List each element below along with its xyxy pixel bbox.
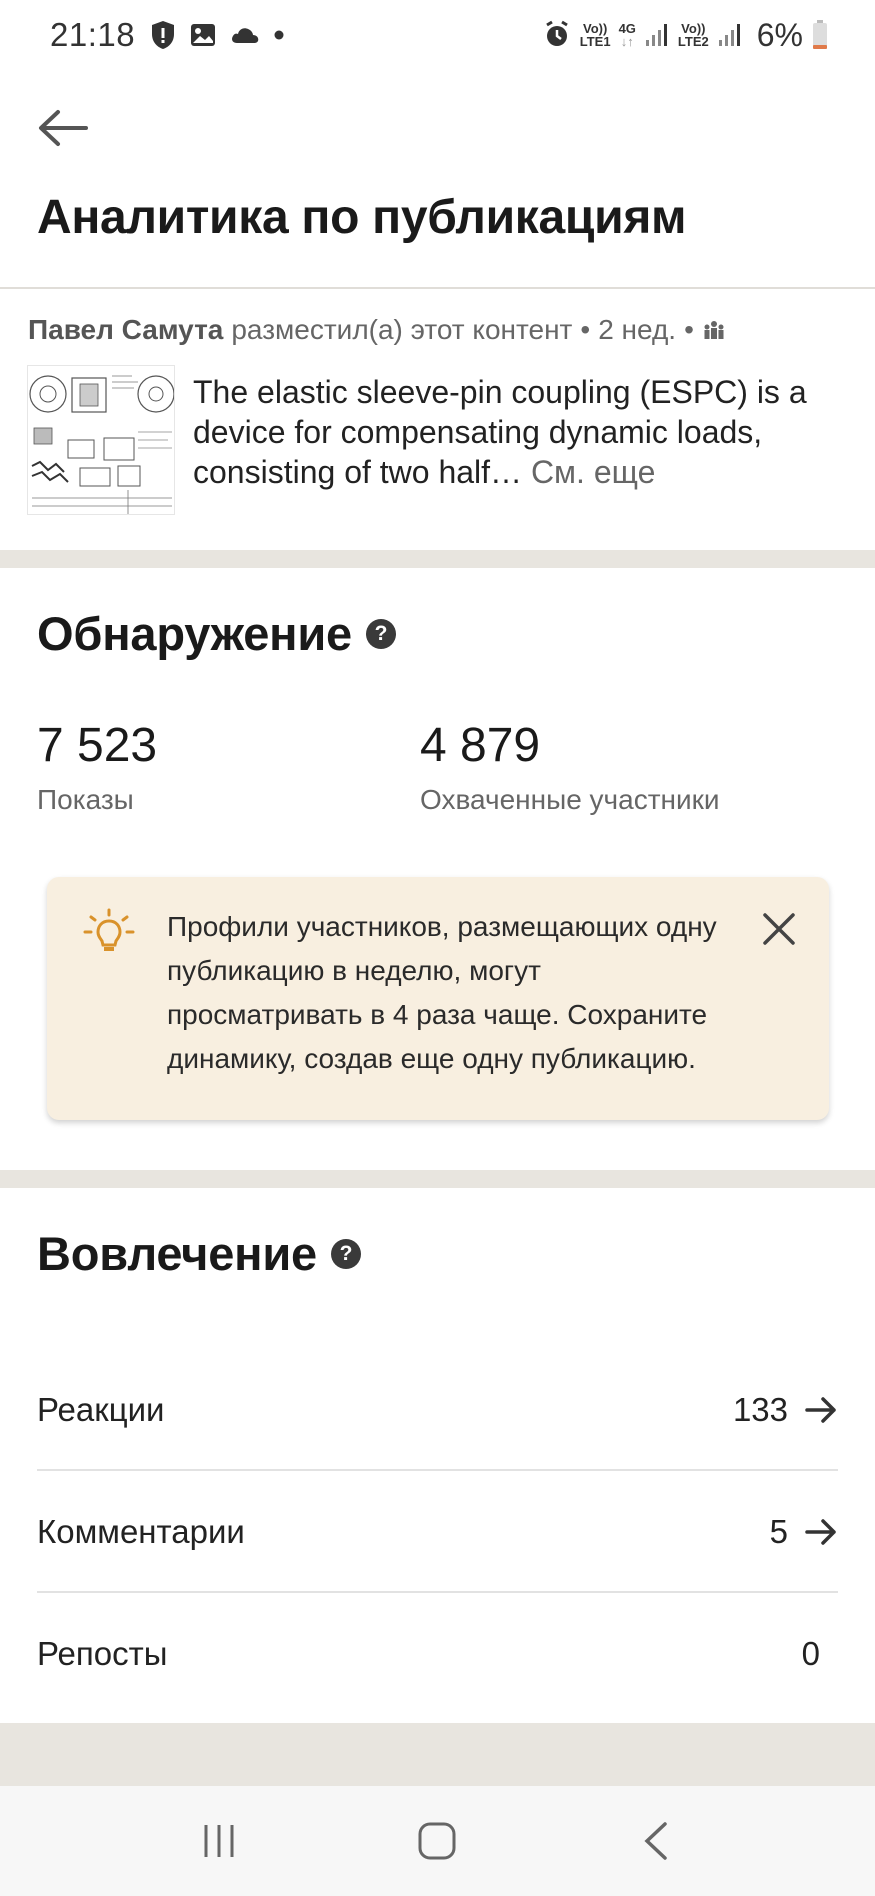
system-nav-bar	[0, 1786, 875, 1896]
system-back-button[interactable]	[626, 1811, 686, 1871]
divider	[0, 287, 875, 289]
lightbulb-icon	[83, 908, 135, 951]
signal-icon	[718, 24, 740, 46]
arrow-right-icon	[805, 1397, 836, 1423]
impressions-label: Показы	[37, 784, 134, 815]
alarm-icon	[545, 20, 568, 46]
cloud-icon	[232, 28, 259, 43]
image-icon	[191, 24, 216, 46]
battery-percent: 6%	[756, 16, 803, 53]
page-title: Аналитика по публикациям	[37, 191, 687, 244]
engagement-row-reactions[interactable]: Реакции 133	[37, 1349, 838, 1471]
reach-value: 4 879	[420, 719, 541, 772]
status-icons-left	[149, 19, 285, 51]
shield-icon	[152, 21, 175, 49]
row-value: 0	[801, 1635, 820, 1672]
row-label: Репосты	[37, 1635, 168, 1672]
row-value: 133	[732, 1391, 788, 1428]
signal-icon	[645, 24, 667, 46]
home-button[interactable]	[407, 1811, 467, 1871]
post-text[interactable]: The elastic sleeve-pin coupling (ESPC) i…	[193, 372, 853, 492]
tip-text: Профили участников, размещающих одну пуб…	[167, 911, 717, 1074]
see-more-link[interactable]: См. еще	[531, 454, 655, 490]
status-icons-right: Vo)) LTE1 4G ↓↑ Vo)) LTE2 6%	[542, 0, 829, 70]
home-icon	[418, 1822, 456, 1860]
post-thumbnail[interactable]	[27, 365, 175, 515]
battery-icon	[813, 20, 827, 49]
back-button[interactable]	[34, 104, 90, 152]
recent-apps-icon	[204, 1825, 234, 1857]
engagement-row-comments[interactable]: Комментарии 5	[37, 1471, 838, 1593]
tip-card: Профили участников, размещающих одну пуб…	[47, 877, 829, 1120]
engagement-row-reposts: Репосты 0	[37, 1593, 838, 1715]
row-value: 5	[769, 1513, 788, 1550]
separator-dot: •	[580, 314, 591, 345]
arrow-left-icon	[39, 110, 88, 146]
status-bar: 21:18 Vo)) LTE1 4G ↓↑ Vo)) LTE2 6%	[0, 0, 875, 70]
arrow-right-icon	[805, 1519, 836, 1545]
recent-apps-button[interactable]	[189, 1811, 249, 1871]
post-meta: Павел Самута разместил(а) этот контент •…	[28, 314, 726, 346]
sim2-label: Vo)) LTE2	[677, 21, 709, 49]
row-label: Реакции	[37, 1391, 165, 1428]
help-icon[interactable]: ?	[330, 1238, 361, 1269]
sim1-label: Vo)) LTE1	[579, 21, 611, 49]
row-label: Комментарии	[37, 1513, 245, 1550]
post-author[interactable]: Павел Самута	[28, 314, 223, 346]
separator-dot: •	[684, 314, 694, 345]
chevron-left-icon	[644, 1822, 667, 1860]
section-separator	[0, 1170, 875, 1188]
dot-icon	[274, 30, 284, 40]
help-icon[interactable]: ?	[365, 618, 396, 649]
section-separator	[0, 550, 875, 568]
reach-label: Охваченные участники	[420, 784, 720, 815]
post-action: разместил(а) этот контент	[231, 314, 573, 345]
net-type: 4G ↓↑	[618, 21, 636, 49]
post-age: 2 нед.	[598, 314, 677, 345]
section-separator	[0, 1723, 875, 1786]
impressions-value: 7 523	[37, 719, 158, 772]
discovery-heading: Обнаружение ?	[37, 606, 396, 661]
drawing-thumbnail-image	[28, 366, 174, 514]
engagement-heading: Вовлечение ?	[37, 1226, 361, 1281]
close-icon[interactable]	[759, 909, 799, 949]
status-time: 21:18	[50, 16, 136, 53]
audience-icon	[704, 321, 724, 339]
